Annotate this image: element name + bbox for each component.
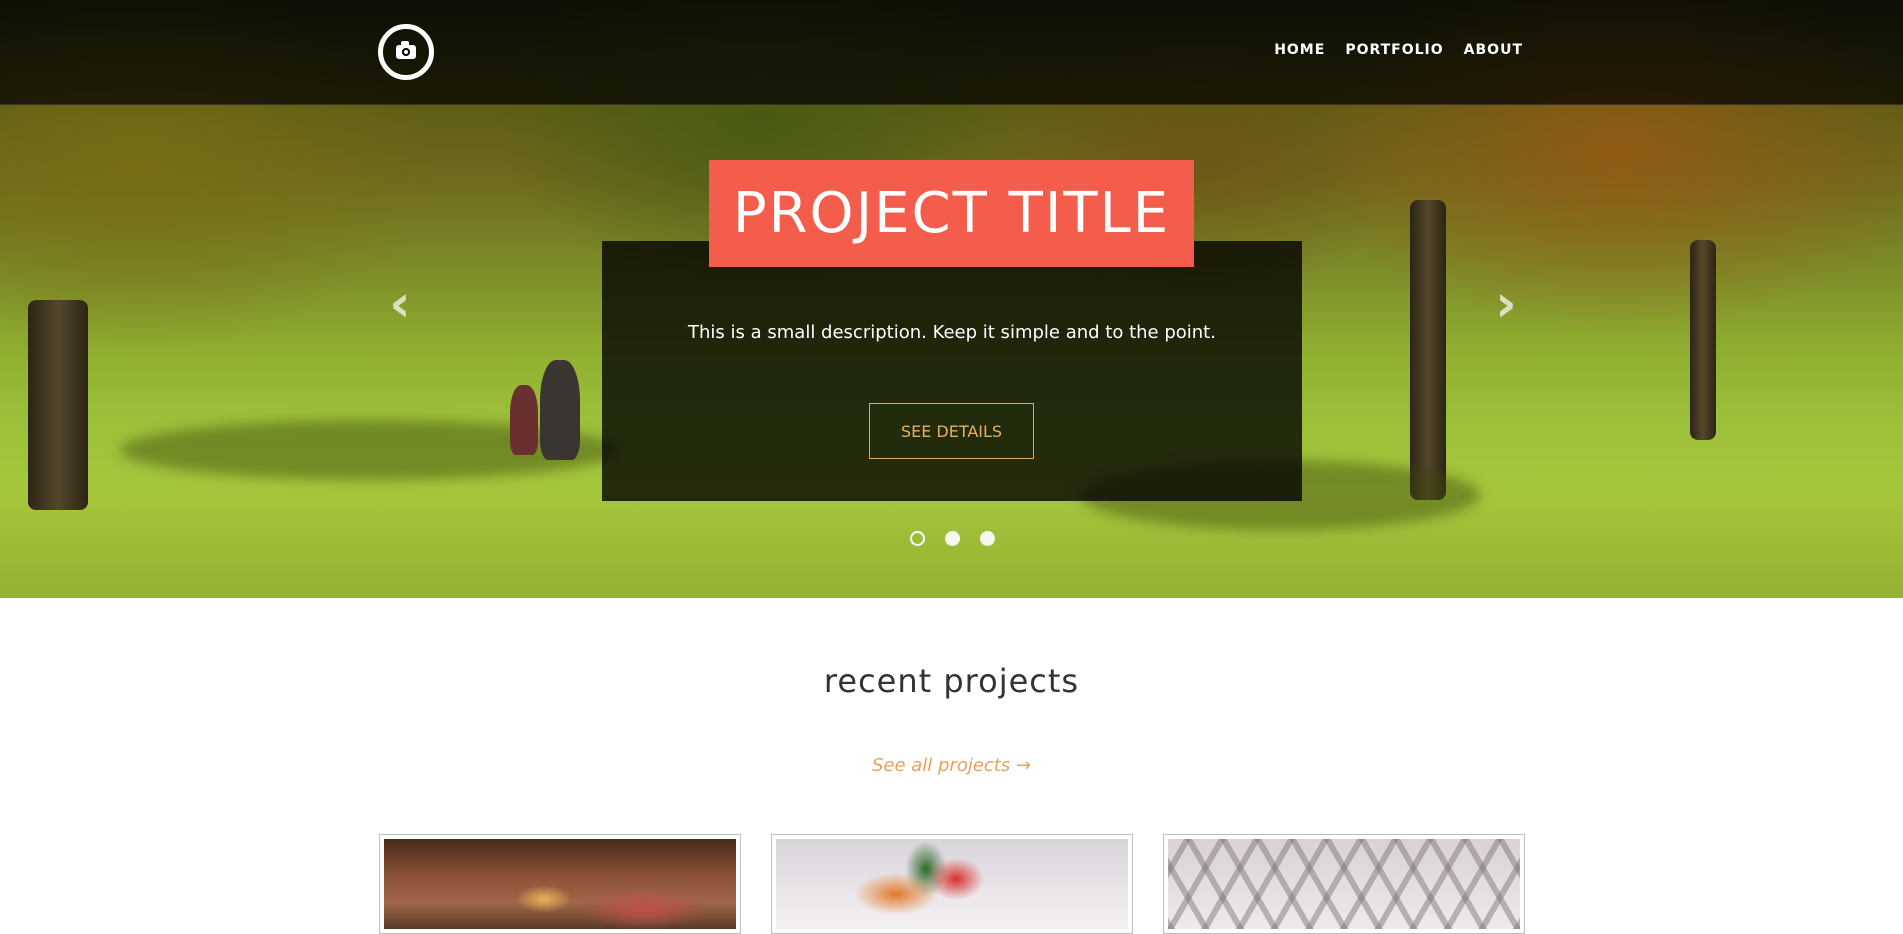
see-all-projects-link[interactable]: See all projects →: [0, 755, 1903, 776]
carousel-caption: [602, 241, 1302, 501]
nav-about[interactable]: ABOUT: [1464, 42, 1523, 58]
tree-trunk: [1410, 200, 1446, 500]
carousel-indicator-2[interactable]: [945, 531, 960, 546]
nav-portfolio[interactable]: PORTFOLIO: [1345, 42, 1443, 58]
project-image: [1168, 839, 1520, 929]
person-sitting: [540, 360, 580, 460]
chevron-right-icon[interactable]: ›: [1486, 276, 1526, 332]
person-sitting: [510, 385, 538, 455]
nav-home[interactable]: HOME: [1274, 42, 1325, 58]
tree-trunk: [28, 300, 88, 510]
project-thumbnail-3[interactable]: [1163, 834, 1525, 934]
logo[interactable]: [378, 24, 434, 80]
nav-links: HOME PORTFOLIO ABOUT: [1274, 42, 1523, 58]
hero-carousel: HOME PORTFOLIO ABOUT PROJECT TITLE This …: [0, 0, 1903, 598]
project-description: This is a small description. Keep it sim…: [688, 322, 1216, 343]
tree-trunk: [1690, 240, 1716, 440]
carousel-indicators: [910, 531, 995, 546]
project-title: PROJECT TITLE: [732, 181, 1171, 246]
project-thumbnail-1[interactable]: [379, 834, 741, 934]
navbar: HOME PORTFOLIO ABOUT: [0, 0, 1903, 105]
chevron-left-icon[interactable]: ‹: [380, 276, 420, 332]
project-title-banner: PROJECT TITLE: [709, 160, 1194, 267]
recent-projects-heading: recent projects: [823, 662, 1080, 700]
see-details-button[interactable]: SEE DETAILS: [869, 403, 1034, 459]
camera-icon: [396, 41, 416, 59]
project-image: [776, 839, 1128, 929]
project-thumbnail-2[interactable]: [771, 834, 1133, 934]
carousel-indicator-3[interactable]: [980, 531, 995, 546]
project-image: [384, 839, 736, 929]
carousel-indicator-1[interactable]: [910, 531, 925, 546]
